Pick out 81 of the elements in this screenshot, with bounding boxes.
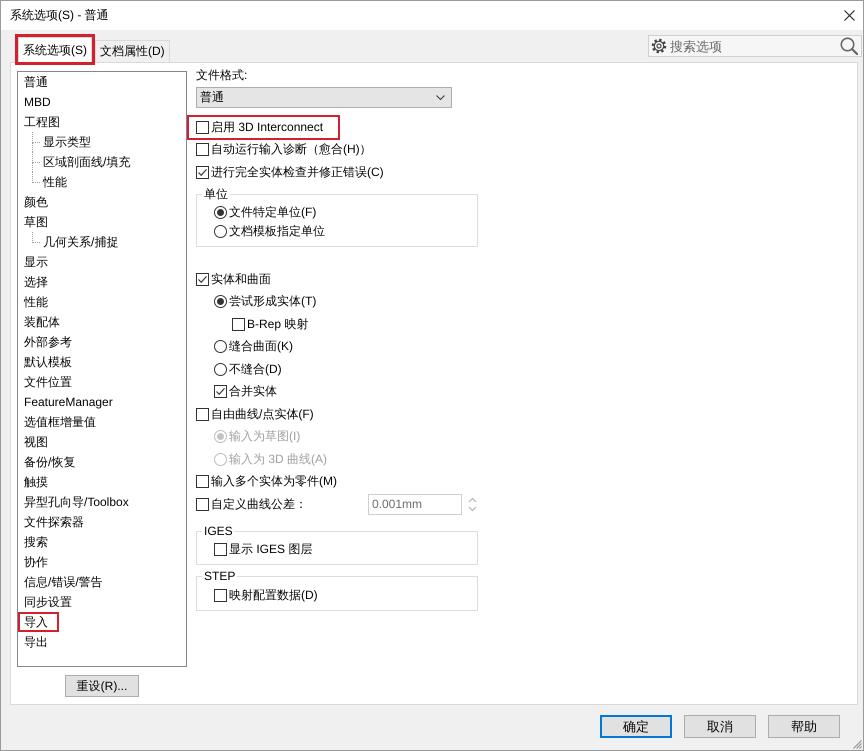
tree-item[interactable]: 选值框增量值 [23,414,97,430]
checkbox[interactable] [214,588,227,602]
tab[interactable]: 文档属性(D) [95,40,170,62]
search-field[interactable]: 搜索选项 [648,35,862,57]
tree-item[interactable]: FeatureManager [23,394,114,410]
radio-button[interactable] [214,362,227,376]
tree-item[interactable]: 信息/错误/警告 [23,574,104,590]
option-label: B-Rep 映射 [247,316,308,332]
option-label: 实体和曲面 [211,272,271,287]
option-label: 映射配置数据(D) [229,588,318,602]
tab[interactable]: 系统选项(S) [18,37,92,62]
option-label: 文档模板指定单位 [229,224,325,239]
dialog-button[interactable]: 帮助 [768,715,840,738]
field-label: 文件格式: [196,68,248,83]
dropdown[interactable]: 普通 [196,87,452,108]
checkbox[interactable] [196,272,209,286]
tree-item[interactable]: 触摸 [23,474,49,490]
option-label: 输入为草图(I) [229,429,300,444]
checkbox[interactable] [196,475,209,488]
tree-item[interactable]: 协作 [23,554,49,570]
option-label: 不缝合(D) [229,362,282,377]
close-icon[interactable] [844,10,855,21]
window-title: 系统选项(S) - 普通 [10,7,110,24]
option-label: 启用 3D Interconnect [211,120,324,135]
radio-button[interactable] [214,295,227,308]
option-label: 输入多个实体为零件(M) [211,474,337,490]
tree-item[interactable]: 性能 [42,174,68,190]
reset-button[interactable]: 重设(R)... [65,675,139,697]
radio-button[interactable] [214,340,227,354]
tree-item[interactable]: 显示类型 [42,134,92,150]
tree-item[interactable]: 备份/恢复 [23,454,76,470]
radio-button[interactable] [214,206,227,219]
dialog-button[interactable]: 取消 [684,715,756,738]
tree-item[interactable]: 文件探索器 [23,514,85,530]
tree-item[interactable]: 视图 [23,434,49,450]
option-label: 自定义曲线公差： [211,496,307,512]
option-label: 进行完全实体检查并修正错误(C) [211,164,384,180]
tree-item[interactable]: 显示 [23,254,49,270]
tree-item[interactable]: 文件位置 [23,374,73,390]
tree-item[interactable]: 几何关系/捕捉 [42,234,120,250]
tree-item[interactable]: 选择 [23,274,49,290]
tree-item[interactable]: 普通 [23,74,49,90]
tree-item[interactable]: MBD [23,94,52,110]
chevron-down-icon [436,95,445,100]
checkbox[interactable] [214,543,227,556]
checkbox[interactable] [196,498,209,511]
group-title: 单位 [203,186,229,202]
search-icon[interactable] [840,37,858,55]
tree-item[interactable]: 外部参考 [23,334,73,350]
tree-item[interactable]: 同步设置 [23,594,73,610]
tree-item[interactable]: 性能 [23,294,49,310]
group-title: IGES [203,524,234,538]
option-label: 显示 IGES 图层 [229,542,312,557]
option-label: 自由曲线/点实体(F) [211,406,314,422]
gear-icon [651,38,667,54]
tree-item[interactable]: 颜色 [23,194,49,210]
checkbox[interactable] [196,408,209,421]
group-title: STEP [203,569,236,584]
tree-item[interactable]: 工程图 [23,114,61,130]
radio-button[interactable] [214,225,227,238]
checkbox[interactable] [196,120,209,134]
checkbox[interactable] [214,385,227,398]
option-label: 输入为 3D 曲线(A) [229,452,328,467]
tree-item[interactable]: 搜索 [23,534,49,550]
option-label: 文件特定单位(F) [229,205,316,220]
option-label: 缝合曲面(K) [229,339,293,354]
tree-item[interactable]: 默认模板 [23,354,73,370]
tree-item[interactable]: 异型孔向导/Toolbox [23,494,130,510]
tree-item[interactable]: 装配体 [23,314,61,330]
resize-grip-icon[interactable] [852,739,862,749]
dialog-button[interactable]: 确定 [600,715,672,738]
tree-item[interactable]: 草图 [23,214,49,230]
option-label: 自动运行输入诊断（愈合(H)） [211,142,372,158]
tree-item[interactable]: 区域剖面线/填充 [42,154,132,170]
checkbox[interactable] [196,143,209,156]
tree-item[interactable]: 导出 [23,634,49,650]
option-label: 合并实体 [229,384,277,400]
tree-item[interactable]: 导入 [23,614,49,630]
checkbox[interactable] [232,318,245,331]
option-label: 尝试形成实体(T) [229,294,316,310]
checkbox[interactable] [196,166,209,179]
